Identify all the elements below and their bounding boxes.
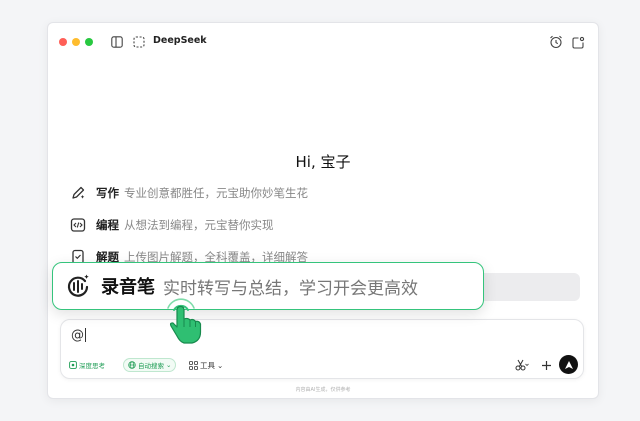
chat-input-text[interactable]: @	[71, 328, 84, 343]
code-icon	[68, 215, 88, 235]
send-arrow-icon	[564, 360, 573, 369]
sidebar-toggle-icon[interactable]	[109, 34, 125, 50]
alarm-icon[interactable]	[548, 34, 564, 50]
deep-think-icon	[69, 361, 77, 369]
deep-think-toggle[interactable]: 深度思考	[69, 358, 105, 372]
deep-think-label: 深度思考	[79, 362, 105, 370]
callout-title: 录音笔	[101, 277, 155, 298]
callout-desc: 实时转写与总结，学习开会更高效	[163, 278, 418, 299]
new-chat-icon[interactable]	[570, 34, 586, 50]
globe-icon	[128, 361, 136, 369]
pen-icon	[68, 183, 88, 203]
suggestion-writing[interactable]: 写作 专业创意都胜任，元宝助你妙笔生花	[68, 179, 580, 207]
plus-icon[interactable]	[537, 356, 555, 374]
ai-disclaimer: 内容由AI生成，仅供参考	[295, 387, 351, 393]
chevron-down-icon[interactable]: ⌄	[200, 34, 208, 44]
suggestion-title: 写作	[96, 186, 119, 200]
auto-search-label: 自动搜索	[138, 362, 164, 370]
recorder-callout[interactable]: 录音笔 实时转写与总结，学习开会更高效	[52, 262, 484, 310]
auto-search-toggle[interactable]: 自动搜索 ⌄	[123, 358, 177, 372]
recorder-icon	[63, 271, 93, 301]
model-selector[interactable]: DeepSeek	[153, 35, 207, 46]
tools-label: 工具	[200, 360, 215, 370]
suggestion-coding[interactable]: 编程 从想法到编程，元宝替你实现	[68, 211, 580, 239]
app-window: DeepSeek ⌄ Hi, 宝子 写作 专业创意都胜任，元宝助你妙笔生花 编程…	[47, 22, 599, 399]
zoom-window-button[interactable]	[85, 38, 93, 46]
chevron-down-icon: ⌄	[217, 360, 224, 370]
pointer-hand-icon	[167, 298, 202, 344]
tools-icon	[189, 360, 198, 370]
text-caret	[85, 328, 86, 342]
titlebar: DeepSeek ⌄	[48, 23, 598, 61]
send-button[interactable]	[559, 355, 578, 374]
minimize-window-button[interactable]	[72, 38, 80, 46]
chat-input-box[interactable]: @ 深度思考 自动搜索 ⌄ 工具 ⌄	[60, 319, 584, 379]
scissors-icon[interactable]	[513, 356, 531, 374]
chevron-down-icon: ⌄	[166, 361, 172, 369]
close-window-button[interactable]	[59, 38, 67, 46]
suggestion-title: 编程	[96, 218, 119, 232]
suggestion-desc: 专业创意都胜任，元宝助你妙笔生花	[124, 186, 308, 200]
tools-menu[interactable]: 工具 ⌄	[189, 358, 223, 372]
suggestion-desc: 从想法到编程，元宝替你实现	[124, 218, 274, 232]
dashed-frame-icon[interactable]	[131, 34, 147, 50]
greeting-heading: Hi, 宝子	[295, 153, 351, 171]
